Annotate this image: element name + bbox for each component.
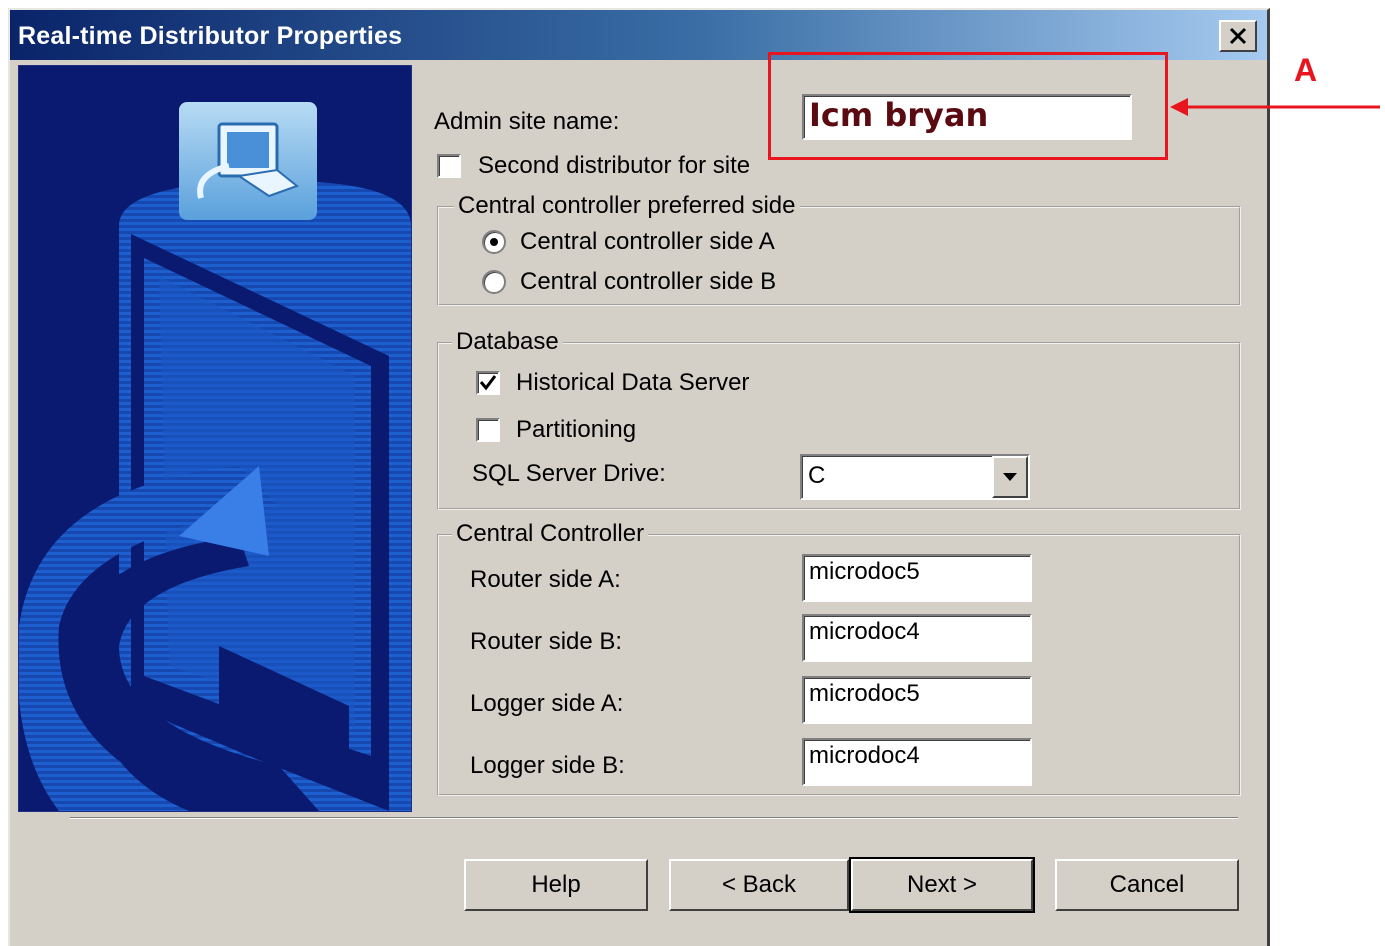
logger-b-input[interactable]: microdoc4 xyxy=(802,738,1032,786)
historical-data-server-label: Historical Data Server xyxy=(516,369,750,396)
central-controller-group-title: Central Controller xyxy=(452,520,649,548)
partitioning-checkbox[interactable] xyxy=(476,418,500,442)
second-distributor-checkbox[interactable] xyxy=(437,154,461,178)
partitioning-label: Partitioning xyxy=(516,416,637,443)
side-b-radio[interactable] xyxy=(482,270,506,294)
sql-server-drive-label: SQL Server Drive: xyxy=(472,460,666,487)
admin-site-name-label: Admin site name: xyxy=(434,108,620,135)
dropdown-button[interactable] xyxy=(992,456,1028,498)
checkmark-icon xyxy=(479,375,497,391)
footer-separator xyxy=(70,817,1238,819)
router-a-input[interactable]: microdoc5 xyxy=(802,554,1032,602)
wizard-banner-image xyxy=(18,65,412,812)
back-button[interactable]: < Back xyxy=(669,859,849,911)
sql-server-drive-select[interactable]: C xyxy=(800,454,1030,500)
database-group-title: Database xyxy=(452,328,563,356)
preferred-side-group-title: Central controller preferred side xyxy=(454,192,800,220)
dropdown-arrow-icon xyxy=(1003,473,1017,481)
callout-arrow-icon xyxy=(1170,98,1380,116)
banner-artwork xyxy=(19,102,411,811)
cancel-button[interactable]: Cancel xyxy=(1055,859,1239,911)
logger-b-label: Logger side B: xyxy=(470,752,625,779)
router-b-label: Router side B: xyxy=(470,628,623,655)
close-icon xyxy=(1229,27,1247,45)
historical-data-server-checkbox[interactable] xyxy=(476,371,500,395)
close-button[interactable] xyxy=(1219,20,1257,52)
setup-computer-icon xyxy=(179,102,317,220)
callout-highlight-box xyxy=(768,52,1168,160)
side-b-label: Central controller side B xyxy=(520,268,777,295)
selected-dot xyxy=(490,238,498,246)
router-a-label: Router side A: xyxy=(470,566,621,593)
window-title: Real-time Distributor Properties xyxy=(18,22,403,50)
next-button[interactable]: Next > xyxy=(849,857,1035,913)
callout-letter: A xyxy=(1294,52,1318,88)
logger-a-label: Logger side A: xyxy=(470,690,624,717)
help-button[interactable]: Help xyxy=(464,859,648,911)
sql-server-drive-value: C xyxy=(808,462,826,489)
router-b-input[interactable]: microdoc4 xyxy=(802,614,1032,662)
side-a-label: Central controller side A xyxy=(520,228,775,255)
logger-a-input[interactable]: microdoc5 xyxy=(802,676,1032,724)
second-distributor-label: Second distributor for site xyxy=(478,152,751,179)
side-a-radio[interactable] xyxy=(482,230,506,254)
